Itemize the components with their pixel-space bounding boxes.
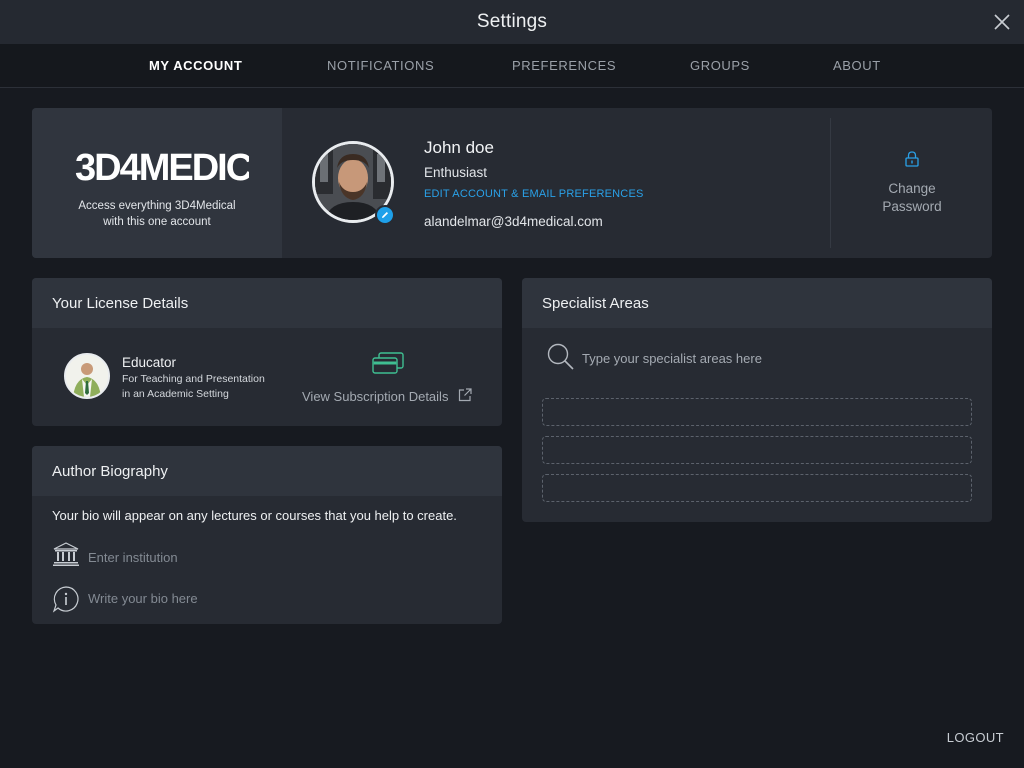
specialist-areas-card: Specialist Areas: [522, 278, 992, 522]
brand-logo-mark: 3D4MEDICAL: [75, 148, 249, 184]
search-icon: [547, 343, 574, 370]
brand-tagline-line2: with this one account: [103, 216, 211, 228]
author-biography-card: Author Biography Your bio will appear on…: [32, 446, 502, 624]
license-card: Your License Details Educator For Teachi…: [32, 278, 502, 426]
edit-account-link[interactable]: EDIT ACCOUNT & EMAIL PREFERENCES: [424, 188, 644, 200]
info-icon: [52, 586, 79, 613]
specialist-header: Specialist Areas: [522, 278, 992, 328]
bio-note: Your bio will appear on any lectures or …: [52, 508, 457, 523]
brand-logo: 3D4MEDICAL: [75, 148, 249, 184]
institution-icon: [53, 542, 79, 566]
title-bar: Settings: [0, 0, 1024, 44]
change-password-line2: Password: [882, 199, 942, 214]
divider: [830, 118, 831, 248]
license-header: Your License Details: [32, 278, 502, 328]
window-title: Settings: [476, 11, 548, 32]
specialist-slot[interactable]: [542, 436, 972, 464]
brand-tagline: Access everything 3D4Medical with this o…: [32, 198, 282, 230]
specialist-slot[interactable]: [542, 398, 972, 426]
educator-icon: [64, 353, 110, 399]
tab-my-account[interactable]: MY ACCOUNT: [149, 44, 242, 88]
brand-tagline-line1: Access everything 3D4Medical: [78, 200, 236, 212]
plan-title: Educator: [122, 355, 177, 370]
bio-input[interactable]: [88, 587, 468, 609]
view-subscription-link[interactable]: View Subscription Details: [302, 389, 448, 404]
bio-header: Author Biography: [32, 446, 502, 496]
tab-notifications[interactable]: NOTIFICATIONS: [327, 44, 434, 88]
external-link-icon[interactable]: [458, 388, 472, 402]
lock-icon: [905, 151, 919, 167]
plan-description-line2: in an Academic Setting: [122, 388, 229, 400]
tab-preferences[interactable]: PREFERENCES: [512, 44, 616, 88]
pencil-icon: [382, 212, 388, 218]
credit-cards-icon[interactable]: [372, 352, 404, 374]
logout-button[interactable]: LOGOUT: [947, 730, 1004, 745]
settings-tabs: MY ACCOUNT NOTIFICATIONS PREFERENCES GRO…: [0, 44, 1024, 88]
change-password-label: Change Password: [832, 180, 992, 216]
user-email: alandelmar@3d4medical.com: [424, 214, 603, 229]
specialist-search-input[interactable]: [582, 347, 962, 369]
avatar-edit-button[interactable]: [375, 205, 395, 225]
plan-description-line1: For Teaching and Presentation: [122, 373, 265, 385]
user-name: John doe: [424, 138, 494, 157]
specialist-slot[interactable]: [542, 474, 972, 502]
close-icon[interactable]: [992, 12, 1012, 32]
institution-input[interactable]: [88, 546, 468, 568]
brand-panel: 3D4MEDICAL Access everything 3D4Medical …: [32, 108, 282, 258]
change-password-line1: Change: [888, 181, 936, 196]
tab-groups[interactable]: GROUPS: [690, 44, 750, 88]
user-role: Enthusiast: [424, 165, 488, 180]
change-password-button[interactable]: Change Password: [832, 108, 992, 258]
tab-about[interactable]: ABOUT: [833, 44, 881, 88]
plan-description: For Teaching and Presentation in an Acad…: [122, 372, 292, 402]
account-card: 3D4MEDICAL Access everything 3D4Medical …: [32, 108, 992, 258]
